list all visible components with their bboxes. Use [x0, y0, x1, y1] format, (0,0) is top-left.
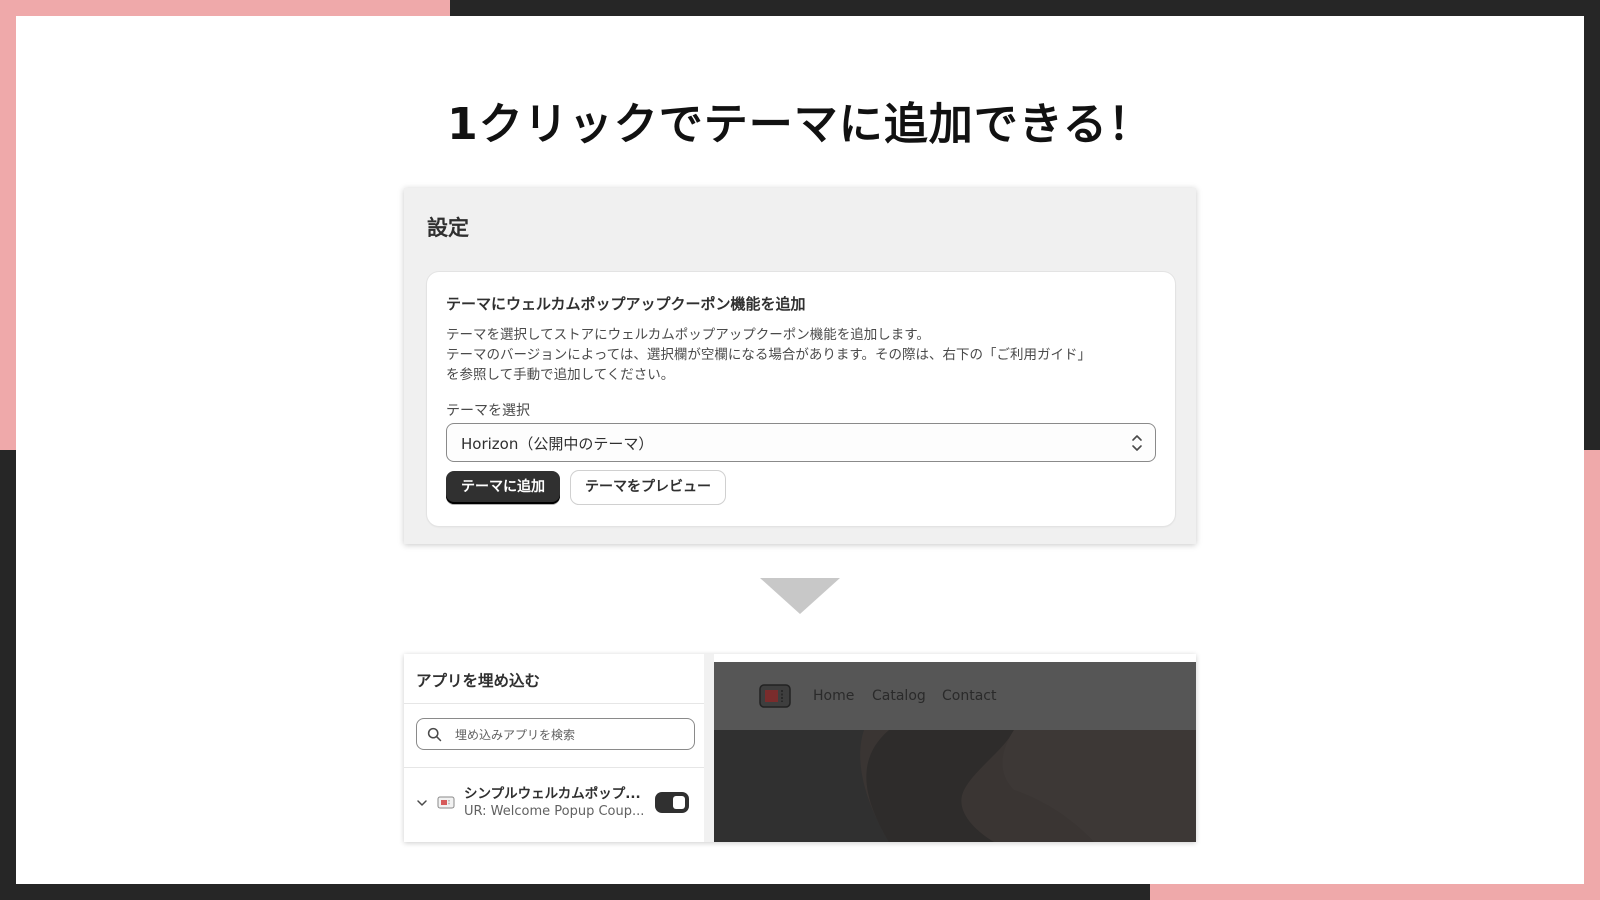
toggle-knob — [673, 796, 685, 809]
hero-image — [714, 730, 1196, 842]
description-line: テーマのバージョンによっては、選択欄が空欄になる場合があります。その際は、右下の… — [446, 347, 1092, 363]
app-embed-toggle[interactable] — [655, 792, 689, 813]
nav-contact-link[interactable]: Contact — [942, 688, 996, 704]
select-chevron-icon — [1132, 435, 1142, 451]
description-line: を参照して手動で追加してください。 — [446, 367, 675, 383]
theme-preview: Home Catalog Contact — [714, 662, 1196, 842]
settings-title: 設定 — [427, 216, 469, 240]
app-embed-panel: アプリを埋め込む 埋め込みアプリを検索 シンプルウェルカムポップ... UR: … — [404, 654, 1196, 842]
frame-accent-bottom — [1150, 884, 1600, 900]
add-to-theme-button[interactable]: テーマに追加 — [446, 471, 560, 504]
chevron-down-icon[interactable] — [416, 798, 428, 808]
frame-accent-left — [0, 0, 16, 450]
nav-home-link[interactable]: Home — [813, 688, 854, 704]
description-line: テーマを選択してストアにウェルカムポップアップクーポン機能を追加します。 — [446, 327, 930, 343]
app-embed-handle: UR: Welcome Popup Coup... — [464, 804, 645, 819]
preview-header: Home Catalog Contact — [714, 662, 1196, 730]
divider — [404, 767, 704, 768]
settings-panel: 設定 テーマにウェルカムポップアップクーポン機能を追加 テーマを選択してストアに… — [404, 188, 1196, 544]
embed-sidebar: アプリを埋め込む 埋め込みアプリを検索 シンプルウェルカムポップ... UR: … — [404, 654, 704, 842]
theme-select[interactable]: Horizon（公開中のテーマ） — [446, 423, 1156, 462]
search-placeholder: 埋め込みアプリを検索 — [455, 728, 576, 742]
store-logo-icon — [759, 684, 791, 708]
slide: 1クリックでテーマに追加できる！ 設定 テーマにウェルカムポップアップクーポン機… — [16, 16, 1584, 884]
headline: 1クリックでテーマに追加できる！ — [447, 99, 1153, 150]
frame-accent-right — [1584, 450, 1600, 900]
preview-gutter — [704, 654, 714, 842]
card-title: テーマにウェルカムポップアップクーポン機能を追加 — [446, 295, 806, 313]
preview-theme-button[interactable]: テーマをプレビュー — [571, 471, 725, 504]
frame-accent-top — [0, 0, 450, 16]
embed-search-input[interactable]: 埋め込みアプリを検索 — [416, 718, 695, 750]
add-theme-card: テーマにウェルカムポップアップクーポン機能を追加 テーマを選択してストアにウェル… — [427, 272, 1175, 526]
divider — [404, 703, 704, 704]
embed-title: アプリを埋め込む — [416, 672, 541, 690]
nav-catalog-link[interactable]: Catalog — [872, 688, 926, 704]
app-embed-name: シンプルウェルカムポップ... — [464, 786, 641, 802]
search-icon — [427, 727, 442, 742]
card-description: テーマを選択してストアにウェルカムポップアップクーポン機能を追加します。 テーマ… — [446, 325, 1156, 385]
theme-select-label: テーマを選択 — [446, 403, 530, 419]
down-arrow-icon — [760, 578, 840, 614]
app-ticket-icon — [437, 796, 455, 809]
theme-select-value: Horizon（公開中のテーマ） — [461, 435, 654, 453]
